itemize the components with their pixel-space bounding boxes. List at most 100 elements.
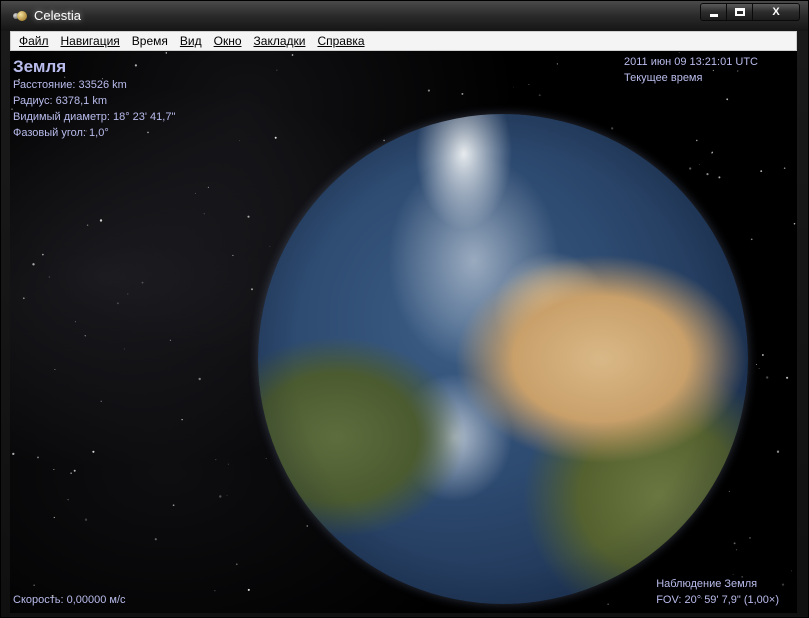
star (538, 94, 541, 97)
star (22, 297, 25, 300)
star (165, 52, 168, 54)
star (53, 469, 55, 470)
star (611, 127, 614, 130)
star (92, 450, 95, 453)
time-panel: 2011 июн 09 13:21:01 UTC Текущее время (624, 54, 758, 86)
star (226, 495, 228, 496)
window-controls: X (700, 3, 800, 23)
star (42, 253, 44, 256)
star (427, 89, 430, 92)
star (513, 86, 514, 88)
star (276, 69, 278, 71)
menu-help[interactable]: Справка (311, 32, 370, 50)
fov-readout: FOV: 20° 59' 7,9" (1,00×) (656, 594, 779, 606)
star (306, 525, 308, 527)
star (733, 542, 736, 545)
star (235, 563, 238, 566)
star (67, 498, 69, 501)
minimize-icon (709, 13, 718, 17)
star (793, 222, 796, 225)
close-icon: X (772, 6, 780, 18)
menu-navigation[interactable]: Навигация (55, 32, 126, 50)
star (250, 288, 254, 291)
star (247, 215, 250, 218)
star (195, 192, 196, 194)
star (74, 321, 76, 323)
datetime-readout: 2011 июн 09 13:21:01 UTC (623, 56, 758, 68)
apparent-diameter-readout: Видимый диаметр: 18° 23' 41,7" (13, 111, 176, 123)
star (181, 418, 183, 421)
star (100, 400, 102, 402)
star (219, 495, 222, 498)
menu-window[interactable]: Окно (208, 32, 248, 50)
time-mode-readout: Текущее время (623, 72, 703, 84)
menu-time[interactable]: Время (126, 32, 174, 50)
star (750, 238, 753, 241)
title-bar[interactable]: Celestia X (1, 1, 808, 31)
star (711, 151, 714, 154)
star (607, 603, 609, 605)
star (73, 469, 76, 472)
star (227, 463, 229, 465)
view-panel: Наблюдение Земля FOV: 20° 59' 7,9" (1,00… (656, 576, 779, 608)
star (783, 167, 786, 169)
star (699, 163, 700, 165)
star (726, 98, 729, 101)
star (232, 254, 234, 257)
menu-view[interactable]: Вид (174, 32, 208, 50)
menu-bar: Файл Навигация Время Вид Окно Закладки С… (10, 31, 797, 51)
star (678, 52, 680, 53)
star (239, 140, 240, 141)
object-info-panel: Земля Расстояние: 33526 km Радиус: 6378,… (13, 57, 175, 141)
close-button[interactable]: X (753, 3, 800, 21)
star (48, 276, 50, 278)
star (37, 456, 39, 459)
object-name: Земля (13, 57, 67, 76)
star (274, 136, 277, 139)
star (33, 584, 35, 586)
maximize-button[interactable] (727, 3, 753, 21)
menu-file[interactable]: Файл (13, 32, 55, 50)
star (53, 516, 55, 519)
star (728, 490, 731, 493)
star (528, 84, 530, 86)
star (116, 302, 119, 305)
star (735, 549, 738, 551)
star (84, 518, 88, 521)
earth-globe[interactable] (258, 114, 748, 604)
star (32, 263, 35, 266)
star (749, 536, 751, 539)
celestia-app-icon (13, 10, 27, 22)
phase-angle-readout: Фазовый угол: 1,0° (13, 127, 109, 139)
star (172, 504, 175, 507)
star (54, 369, 56, 371)
star (269, 245, 271, 247)
radius-readout: Радиус: 6378,1 km (13, 95, 108, 107)
star (12, 452, 15, 456)
distance-readout: Расстояние: 33526 km (13, 79, 127, 91)
observing-readout: Наблюдение Земля (656, 578, 758, 590)
star (291, 54, 294, 56)
window-title: Celestia (34, 8, 81, 23)
minimize-button[interactable] (700, 3, 727, 21)
star (198, 377, 201, 381)
menu-bookmarks[interactable]: Закладки (248, 32, 312, 50)
star (141, 281, 144, 284)
speed-panel: Скорость: 0,00000 м/с (13, 592, 126, 608)
star (706, 173, 709, 176)
star (791, 570, 792, 572)
star (383, 139, 385, 142)
star (154, 538, 157, 541)
star (732, 574, 734, 575)
star (214, 590, 216, 592)
star (762, 354, 764, 356)
star (127, 293, 129, 295)
celestia-window: Celestia X Файл Навигация Время Вид Окно… (0, 0, 809, 618)
star (265, 457, 267, 459)
star (756, 363, 757, 365)
star (247, 588, 250, 591)
star (556, 63, 559, 65)
star (781, 583, 785, 586)
star (123, 348, 125, 350)
maximize-icon (734, 8, 745, 16)
